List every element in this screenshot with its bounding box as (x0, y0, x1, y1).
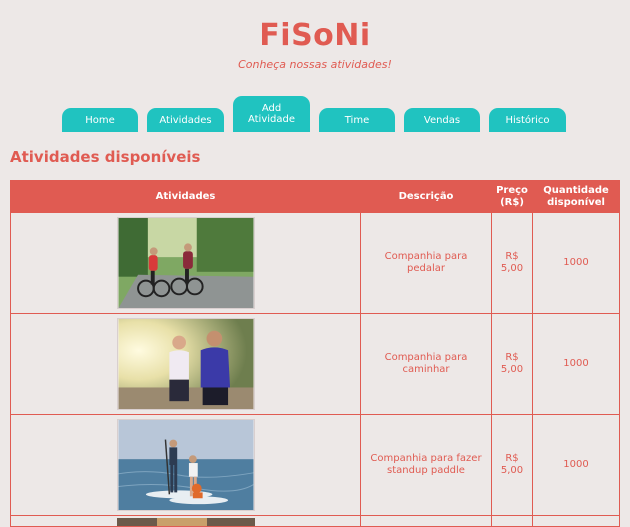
standup-paddle-photo (116, 419, 255, 511)
activity-image-cell (10, 313, 361, 415)
activity-description (360, 515, 492, 527)
tab-vendas[interactable]: Vendas (404, 108, 480, 132)
column-header-quantidade: Quantidade disponível (532, 180, 620, 213)
activity-quantity: 1000 (532, 212, 620, 314)
tab-add-atividade[interactable]: Add Atividade (233, 96, 310, 132)
activity-description: Companhia para fazer standup paddle (360, 414, 492, 516)
activity-quantity: 1000 (532, 414, 620, 516)
tab-label: Atividades (159, 114, 212, 126)
table-row (10, 515, 620, 527)
activity-price: R$ 5,00 (491, 414, 533, 516)
activity-quantity: 1000 (532, 313, 620, 415)
site-subtitle: Conheça nossas atividades! (238, 58, 392, 71)
activity-image-cell (10, 212, 361, 314)
tab-label: Add Atividade (247, 103, 296, 125)
main-nav: Home Atividades Add Atividade Time Venda… (0, 96, 630, 136)
activity-image-cell (10, 414, 361, 516)
section-title: Atividades disponíveis (10, 148, 201, 166)
running-couple-photo (116, 318, 255, 410)
activities-table: Atividades Descrição Preço (R$) Quantida… (10, 180, 620, 527)
site-title: FiSoNi (259, 18, 371, 53)
tab-label: Vendas (423, 114, 461, 126)
table-row: Companhia para pedalar R$ 5,00 1000 (10, 212, 620, 314)
activity-image-cell (10, 515, 361, 527)
activity-photo-partial (116, 518, 255, 526)
tab-label: Histórico (505, 114, 550, 126)
tab-time[interactable]: Time (319, 108, 395, 132)
activity-description: Companhia para pedalar (360, 212, 492, 314)
activity-price (491, 515, 533, 527)
activity-description: Companhia para caminhar (360, 313, 492, 415)
column-header-descricao: Descrição (360, 180, 492, 213)
activity-quantity (532, 515, 620, 527)
activity-price: R$ 5,00 (491, 212, 533, 314)
tab-historico[interactable]: Histórico (489, 108, 566, 132)
tab-label: Time (344, 114, 370, 126)
cycling-photo (116, 217, 255, 309)
tab-home[interactable]: Home (62, 108, 138, 132)
table-row: Companhia para caminhar R$ 5,00 1000 (10, 313, 620, 415)
column-header-atividades: Atividades (10, 180, 361, 213)
activity-price: R$ 5,00 (491, 313, 533, 415)
table-header-row: Atividades Descrição Preço (R$) Quantida… (10, 180, 620, 213)
table-row: Companhia para fazer standup paddle R$ 5… (10, 414, 620, 516)
tab-label: Home (85, 114, 115, 126)
column-header-preco: Preço (R$) (491, 180, 533, 213)
tab-atividades[interactable]: Atividades (147, 108, 224, 132)
